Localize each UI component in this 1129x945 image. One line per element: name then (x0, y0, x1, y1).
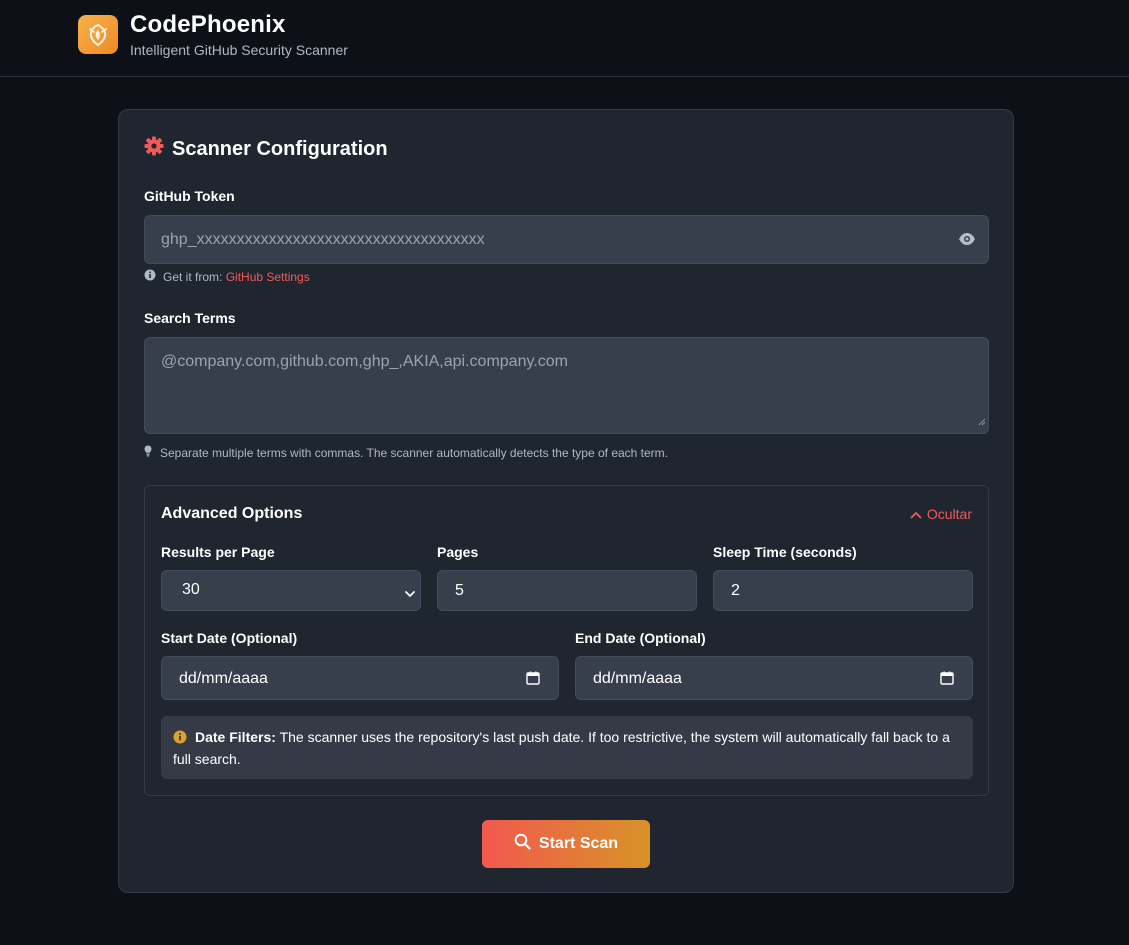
start-scan-label: Start Scan (538, 835, 619, 852)
start-scan-button[interactable]: Start Scan (482, 820, 650, 868)
start-date-placeholder: dd/mm/aaaa (179, 670, 268, 687)
results-per-page-select[interactable]: 30 (161, 570, 421, 611)
start-date-label: Start Date (Optional) (161, 630, 298, 646)
token-label: GitHub Token (144, 188, 235, 204)
card-title: Scanner Configuration (144, 136, 388, 162)
results-per-page-label: Results per Page (161, 544, 275, 560)
pages-input[interactable]: 5 (437, 570, 697, 611)
github-settings-link[interactable]: GitHub Settings (226, 270, 310, 284)
gear-icon (144, 136, 164, 162)
end-date-label: End Date (Optional) (575, 630, 706, 646)
terms-hint: Separate multiple terms with commas. The… (144, 445, 668, 460)
search-icon (514, 833, 531, 855)
calendar-icon[interactable] (940, 671, 954, 690)
app-tagline: Intelligent GitHub Security Scanner (130, 42, 348, 58)
pages-value: 5 (455, 582, 464, 599)
sleep-time-input[interactable]: 2 (713, 570, 973, 611)
search-terms-input[interactable]: @company.com,github.com,ghp_,AKIA,api.co… (144, 337, 989, 434)
info-icon (173, 729, 187, 749)
start-date-input[interactable]: dd/mm/aaaa (161, 656, 559, 700)
toggle-advanced-button[interactable]: Ocultar (910, 506, 972, 522)
resize-handle-icon[interactable] (978, 413, 986, 431)
phoenix-icon (78, 15, 118, 54)
lightbulb-icon (144, 445, 152, 460)
chevron-up-icon (910, 506, 922, 522)
calendar-icon[interactable] (526, 671, 540, 690)
sleep-time-value: 2 (731, 582, 740, 599)
end-date-placeholder: dd/mm/aaaa (593, 670, 682, 687)
token-hint-text: Get it from: (163, 269, 223, 284)
app-title: CodePhoenix (130, 11, 286, 38)
token-hint: Get it from: GitHub Settings (144, 269, 310, 284)
card-title-text: Scanner Configuration (172, 137, 388, 160)
results-per-page-value: 30 (182, 581, 200, 598)
eye-icon[interactable] (958, 232, 976, 251)
token-placeholder: ghp_xxxxxxxxxxxxxxxxxxxxxxxxxxxxxxxxxxxx (161, 231, 485, 248)
date-filters-text: The scanner uses the repository's last p… (173, 729, 950, 767)
terms-hint-text: Separate multiple terms with commas. The… (160, 445, 669, 460)
date-filters-title: Date Filters: (195, 729, 276, 745)
terms-placeholder: @company.com,github.com,ghp_,AKIA,api.co… (161, 353, 568, 370)
app-header: CodePhoenix Intelligent GitHub Security … (0, 0, 1129, 77)
scanner-config-card: Scanner Configuration GitHub Token ghp_x… (118, 109, 1014, 893)
terms-label: Search Terms (144, 310, 236, 326)
toggle-advanced-label: Ocultar (926, 506, 972, 522)
token-input[interactable]: ghp_xxxxxxxxxxxxxxxxxxxxxxxxxxxxxxxxxxxx (144, 215, 989, 264)
advanced-options-title: Advanced Options (161, 505, 303, 522)
chevron-down-icon (404, 585, 416, 603)
end-date-input[interactable]: dd/mm/aaaa (575, 656, 973, 700)
info-icon (144, 269, 156, 284)
sleep-time-label: Sleep Time (seconds) (713, 544, 857, 560)
pages-label: Pages (437, 544, 479, 560)
date-filters-note: Date Filters: The scanner uses the repos… (161, 716, 973, 779)
advanced-options-panel: Advanced Options Ocultar Results per Pag… (144, 485, 989, 796)
